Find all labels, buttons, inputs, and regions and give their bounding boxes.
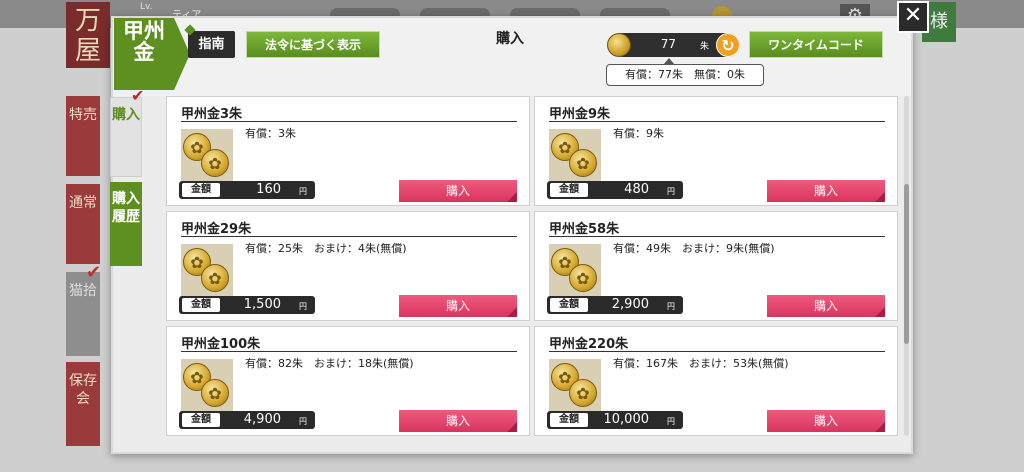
product-description: 有償：25朱 おまけ：4朱(無償) — [245, 242, 407, 255]
divider — [549, 236, 885, 237]
price-unit: 円 — [299, 417, 307, 426]
side-item-sale: 特売 — [66, 96, 100, 176]
close-button[interactable]: ✕ — [897, 1, 929, 33]
product-description: 有償：167朱 おまけ：53朱(無償) — [613, 357, 789, 370]
product-grid: 甲州金3朱 有償：3朱 金額 160 円 購入 甲州金9朱 有償：9朱 金額 4… — [166, 96, 898, 440]
product-name: 甲州金220朱 — [549, 337, 629, 352]
koshu-coin-icon — [549, 244, 601, 296]
shop-logo: 万屋 — [66, 2, 110, 68]
product-card: 甲州金29朱 有償：25朱 おまけ：4朱(無償) 金額 1,500 円 購入 — [166, 211, 530, 321]
price-unit: 円 — [667, 187, 675, 196]
divider — [181, 351, 517, 352]
guide-button[interactable]: 指南 — [188, 31, 235, 58]
price-label: 金額 — [182, 183, 220, 197]
buy-button[interactable]: 購入 — [767, 410, 885, 432]
currency-tab-label: 甲州金 — [123, 18, 165, 64]
product-card: 甲州金3朱 有償：3朱 金額 160 円 購入 — [166, 96, 530, 206]
balance-value: 77 — [660, 37, 676, 51]
koshu-coin-icon — [549, 359, 601, 411]
buy-button[interactable]: 購入 — [767, 180, 885, 202]
product-description: 有償：3朱 — [245, 127, 296, 140]
product-card: 甲州金58朱 有償：49朱 おまけ：9朱(無償) 金額 2,900 円 購入 — [534, 211, 898, 321]
price-label: 金額 — [550, 298, 588, 312]
balance-unit: 朱 — [700, 42, 710, 52]
scrollbar-thumb[interactable] — [904, 184, 909, 344]
side-item-preservation: 保存会 — [66, 362, 100, 446]
price-unit: 円 — [299, 187, 307, 196]
divider — [549, 121, 885, 122]
price-value: 10,000 — [603, 412, 650, 427]
koshu-coin-icon — [181, 359, 233, 411]
tab-purchase[interactable]: 購入 — [110, 97, 142, 177]
price-value: 2,900 — [611, 297, 649, 312]
buy-button[interactable]: 購入 — [767, 295, 885, 317]
divider — [181, 121, 517, 122]
product-description: 有償：9朱 — [613, 127, 664, 140]
side-item-cat: 猫拾 — [66, 272, 100, 356]
product-card: 甲州金9朱 有償：9朱 金額 480 円 購入 — [534, 96, 898, 206]
price-unit: 円 — [667, 417, 675, 426]
product-name: 甲州金9朱 — [549, 107, 611, 122]
koshu-coin-icon — [549, 129, 601, 181]
currency-tab: 甲州金 — [114, 18, 190, 90]
buy-button[interactable]: 購入 — [399, 180, 517, 202]
product-description: 有償：49朱 おまけ：9朱(無償) — [613, 242, 775, 255]
price-unit: 円 — [299, 302, 307, 311]
price-label: 金額 — [550, 183, 588, 197]
product-name: 甲州金100朱 — [181, 337, 261, 352]
price-value: 480 — [624, 182, 649, 197]
coin-icon — [607, 33, 631, 57]
balance-breakdown: 有償：77朱 無償：0朱 — [606, 58, 764, 86]
product-card: 甲州金100朱 有償：82朱 おまけ：18朱(無償) 金額 4,900 円 購入 — [166, 326, 530, 436]
refresh-icon[interactable]: ↻ — [716, 33, 740, 57]
tab-purchase-history[interactable]: 購入履歴 — [110, 182, 142, 266]
buy-button[interactable]: 購入 — [399, 295, 517, 317]
product-description: 有償：82朱 おまけ：18朱(無償) — [245, 357, 414, 370]
check-icon: ✔ — [131, 86, 145, 105]
onetime-code-button[interactable]: ワンタイムコード — [749, 31, 883, 58]
product-name: 甲州金3朱 — [181, 107, 243, 122]
product-name: 甲州金29朱 — [181, 222, 252, 237]
modal-title: 購入 — [496, 31, 524, 47]
divider — [181, 236, 517, 237]
price-label: 金額 — [182, 298, 220, 312]
product-name: 甲州金58朱 — [549, 222, 620, 237]
side-item-normal: 通常 — [66, 184, 100, 264]
price-value: 160 — [256, 182, 281, 197]
price-label: 金額 — [182, 413, 220, 427]
product-card: 甲州金220朱 有償：167朱 おまけ：53朱(無償) 金額 10,000 円 … — [534, 326, 898, 436]
price-unit: 円 — [667, 302, 675, 311]
price-value: 1,500 — [243, 297, 281, 312]
price-label: 金額 — [550, 413, 588, 427]
koshu-coin-icon — [181, 129, 233, 181]
price-value: 4,900 — [243, 412, 281, 427]
divider — [549, 351, 885, 352]
koshu-coin-icon — [181, 244, 233, 296]
buy-button[interactable]: 購入 — [399, 410, 517, 432]
check-icon: ✔ — [86, 262, 102, 283]
legal-notice-button[interactable]: 法令に基づく表示 — [246, 31, 380, 58]
level-label: Lv. — [140, 2, 153, 12]
